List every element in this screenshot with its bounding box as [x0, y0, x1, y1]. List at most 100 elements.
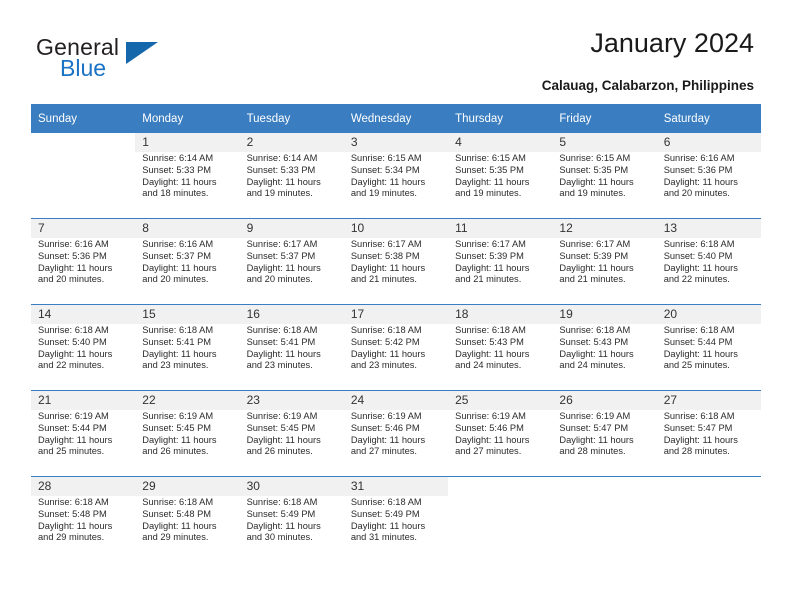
day-cell-empty: [448, 477, 553, 496]
day-number[interactable]: 16: [239, 305, 344, 324]
sunset-text: Sunset: 5:41 PM: [142, 336, 212, 347]
daylight-text-line2: and 19 minutes.: [559, 188, 626, 199]
sunrise-text: Sunrise: 6:18 AM: [246, 325, 318, 335]
sunrise-text: Sunrise: 6:19 AM: [246, 411, 318, 421]
day-info: Sunrise: 6:18 AM Sunset: 5:48 PM Dayligh…: [31, 496, 136, 562]
sunrise-text: Sunrise: 6:17 AM: [559, 239, 631, 249]
day-number[interactable]: 5: [552, 133, 657, 152]
day-number[interactable]: 7: [31, 219, 136, 238]
day-number[interactable]: 29: [135, 477, 240, 496]
sunrise-text: Sunrise: 6:19 AM: [38, 411, 109, 421]
daylight-text-line2: and 20 minutes.: [663, 188, 730, 199]
week-5-daynum-row: 28 29 30 31: [31, 477, 761, 496]
weekday-header-tuesday: Tuesday: [239, 104, 344, 133]
daylight-text-line1: Daylight: 11 hours: [455, 176, 530, 187]
day-number[interactable]: 11: [448, 219, 553, 238]
daylight-text-line1: Daylight: 11 hours: [246, 348, 321, 359]
day-info: Sunrise: 6:15 AM Sunset: 5:34 PM Dayligh…: [343, 152, 449, 218]
day-number[interactable]: 21: [31, 391, 136, 410]
brand-logo[interactable]: General Blue: [36, 34, 236, 86]
calendar-weekday-header: Sunday Monday Tuesday Wednesday Thursday…: [31, 104, 761, 133]
day-info-empty: [31, 152, 136, 218]
day-number[interactable]: 30: [239, 477, 344, 496]
sunrise-text: Sunrise: 6:19 AM: [142, 411, 214, 421]
sunrise-text: Sunrise: 6:18 AM: [142, 325, 214, 335]
sunset-text: Sunset: 5:36 PM: [663, 164, 733, 175]
daylight-text-line2: and 18 minutes.: [142, 188, 209, 199]
day-number[interactable]: 27: [656, 391, 761, 410]
sunset-text: Sunset: 5:41 PM: [246, 336, 316, 347]
day-number[interactable]: 9: [239, 219, 344, 238]
daylight-text-line1: Daylight: 11 hours: [142, 434, 217, 445]
sunrise-text: Sunrise: 6:18 AM: [663, 325, 735, 335]
day-info: Sunrise: 6:19 AM Sunset: 5:47 PM Dayligh…: [552, 410, 657, 476]
day-number[interactable]: 17: [343, 305, 449, 324]
day-info: Sunrise: 6:18 AM Sunset: 5:41 PM Dayligh…: [135, 324, 240, 390]
day-number[interactable]: 10: [343, 219, 449, 238]
sunset-text: Sunset: 5:35 PM: [559, 164, 629, 175]
weekday-header-row: Sunday Monday Tuesday Wednesday Thursday…: [31, 104, 761, 133]
daylight-text-line1: Daylight: 11 hours: [350, 348, 426, 359]
sunset-text: Sunset: 5:39 PM: [455, 250, 524, 261]
sunset-text: Sunset: 5:49 PM: [246, 508, 316, 519]
day-number[interactable]: 14: [31, 305, 136, 324]
sunrise-text: Sunrise: 6:18 AM: [350, 497, 422, 507]
day-info-empty: [552, 496, 657, 562]
sunset-text: Sunset: 5:38 PM: [350, 250, 420, 261]
daylight-text-line2: and 23 minutes.: [350, 360, 417, 371]
day-number[interactable]: 1: [135, 133, 240, 152]
day-number[interactable]: 18: [448, 305, 553, 324]
daylight-text-line1: Daylight: 11 hours: [350, 520, 426, 531]
daylight-text-line2: and 30 minutes.: [246, 532, 313, 543]
day-number[interactable]: 12: [552, 219, 657, 238]
day-number[interactable]: 2: [239, 133, 344, 152]
calendar-page: General Blue January 2024 Calauag, Calab…: [0, 0, 792, 612]
day-number[interactable]: 6: [656, 133, 761, 152]
daylight-text-line2: and 22 minutes.: [663, 274, 730, 285]
day-number[interactable]: 31: [343, 477, 449, 496]
sunrise-text: Sunrise: 6:15 AM: [455, 153, 526, 163]
daylight-text-line1: Daylight: 11 hours: [246, 176, 321, 187]
day-info: Sunrise: 6:17 AM Sunset: 5:38 PM Dayligh…: [343, 238, 449, 304]
day-info: Sunrise: 6:18 AM Sunset: 5:49 PM Dayligh…: [239, 496, 344, 562]
sunset-text: Sunset: 5:45 PM: [142, 422, 212, 433]
day-info: Sunrise: 6:19 AM Sunset: 5:45 PM Dayligh…: [135, 410, 240, 476]
day-info: Sunrise: 6:17 AM Sunset: 5:39 PM Dayligh…: [552, 238, 657, 304]
day-number[interactable]: 3: [343, 133, 449, 152]
page-subtitle: Calauag, Calabarzon, Philippines: [541, 78, 754, 93]
sunrise-text: Sunrise: 6:17 AM: [350, 239, 422, 249]
day-info: Sunrise: 6:15 AM Sunset: 5:35 PM Dayligh…: [448, 152, 553, 218]
day-number[interactable]: 8: [135, 219, 240, 238]
day-info: Sunrise: 6:16 AM Sunset: 5:36 PM Dayligh…: [656, 152, 761, 218]
day-number[interactable]: 19: [552, 305, 657, 324]
day-number[interactable]: 24: [343, 391, 449, 410]
calendar-body: 1 2 3 4 5 6 Sunrise: 6:14 AM Sunset: 5:3…: [31, 133, 761, 562]
daylight-text-line1: Daylight: 11 hours: [350, 262, 426, 273]
day-number[interactable]: 4: [448, 133, 553, 152]
day-info: Sunrise: 6:15 AM Sunset: 5:35 PM Dayligh…: [552, 152, 657, 218]
day-number[interactable]: 15: [135, 305, 240, 324]
day-number[interactable]: 25: [448, 391, 553, 410]
daylight-text-line2: and 20 minutes.: [246, 274, 313, 285]
brand-name-blue: Blue: [60, 55, 107, 81]
weekday-header-thursday: Thursday: [448, 104, 553, 133]
sunset-text: Sunset: 5:36 PM: [38, 250, 107, 261]
daylight-text-line1: Daylight: 11 hours: [38, 262, 113, 273]
week-2-daynum-row: 7 8 9 10 11 12 13: [31, 219, 761, 238]
sunrise-text: Sunrise: 6:18 AM: [663, 239, 735, 249]
day-number[interactable]: 26: [552, 391, 657, 410]
day-info: Sunrise: 6:18 AM Sunset: 5:43 PM Dayligh…: [552, 324, 657, 390]
day-number[interactable]: 22: [135, 391, 240, 410]
daylight-text-line2: and 21 minutes.: [455, 274, 522, 285]
week-2-info-row: Sunrise: 6:16 AM Sunset: 5:36 PM Dayligh…: [31, 238, 761, 304]
daylight-text-line2: and 25 minutes.: [38, 446, 105, 457]
daylight-text-line1: Daylight: 11 hours: [38, 434, 113, 445]
day-number[interactable]: 28: [31, 477, 136, 496]
day-info: Sunrise: 6:17 AM Sunset: 5:39 PM Dayligh…: [448, 238, 553, 304]
day-number[interactable]: 20: [656, 305, 761, 324]
day-number[interactable]: 13: [656, 219, 761, 238]
week-3-daynum-row: 14 15 16 17 18 19 20: [31, 305, 761, 324]
daylight-text-line1: Daylight: 11 hours: [455, 262, 530, 273]
day-number[interactable]: 23: [239, 391, 344, 410]
sunset-text: Sunset: 5:46 PM: [455, 422, 524, 433]
